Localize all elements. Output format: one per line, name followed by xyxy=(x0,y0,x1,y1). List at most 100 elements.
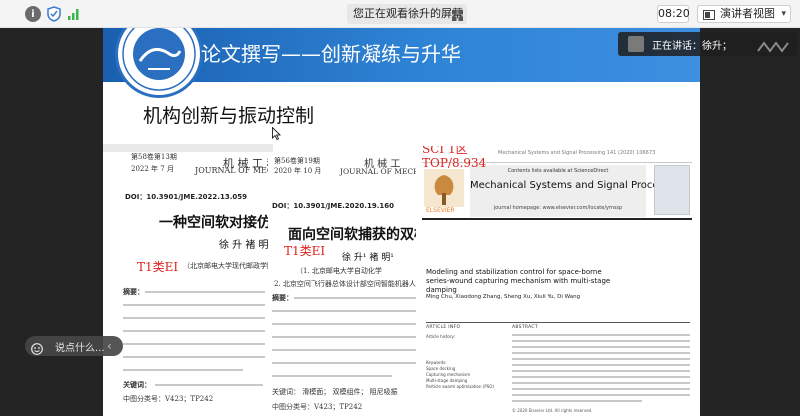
paper-1-doi: DOI：10.3901/JME.2022.13.059 xyxy=(125,193,247,201)
shield-icon[interactable] xyxy=(46,6,62,22)
paper-1-text-line xyxy=(155,384,263,386)
paper-1-tag: T1类EI xyxy=(137,260,179,274)
paper-3-authors: Ming Chu, Xiaodong Zhang, Sheng Xu, Xiul… xyxy=(426,294,581,300)
paper-2-title: 面向空间软捕获的双模 xyxy=(288,227,421,243)
paper-1-text-line xyxy=(123,356,265,358)
paper-3-text-line xyxy=(512,388,690,390)
paper-1-text-line xyxy=(145,291,265,293)
chat-placeholder: 说点什么... xyxy=(55,343,105,354)
publisher-name: ELSEVIER xyxy=(426,207,455,214)
paper-3-header: ELSEVIER Contents lists available at Sci… xyxy=(422,162,692,220)
screen-share-title[interactable]: 您正在观看徐升的屏幕 xyxy=(347,4,467,24)
slide-title: 论文撰写——创新凝练与升华 xyxy=(201,42,461,66)
paper-2-affiliation: （1. 北京邮电大学自动化学 xyxy=(296,267,382,275)
paper-2-affiliation-2: 2. 北京空间飞行器总体设计部空间智能机器人系统 xyxy=(274,280,421,288)
paper-1-text-line xyxy=(123,317,265,319)
now-speaking-label: 正在讲话：徐升； xyxy=(652,41,732,52)
shared-slide: 论文撰写——创新凝练与升华 机构创新与振动控制 第58卷第13期 2022 年 … xyxy=(103,28,700,416)
paper-1-date: 2022 年 7 月 xyxy=(131,165,174,173)
paper-3-text-line xyxy=(512,382,690,384)
paper-2-text-line xyxy=(294,297,418,299)
article-info-label: ARTICLE INFO xyxy=(426,325,461,330)
speaker-view-button[interactable]: 演讲者视图 ▾ xyxy=(697,5,791,23)
abstract-label: ABSTRACT xyxy=(512,325,538,330)
info-icon[interactable]: i xyxy=(25,6,41,22)
paper-3-contents-line: Contents lists available at ScienceDirec… xyxy=(507,168,609,174)
paper-1-authors: 徐 升 褚 明 xyxy=(219,240,269,251)
paper-2-keywords: 关键词： 滑模面； 双模组件； 阻尼吸振 xyxy=(272,388,398,396)
paper-1-top-strip xyxy=(103,144,273,152)
paper-1-abstract-label: 摘要： xyxy=(123,287,144,296)
keyword-item: Space docking xyxy=(426,366,456,371)
paper-3-journal-line: Mechanical Systems and Signal Processing… xyxy=(498,150,656,156)
paper-3-text-line xyxy=(512,400,642,402)
paper-1-text-line xyxy=(123,304,265,306)
paper-2-classification: 中图分类号：V423；TP242 xyxy=(272,403,363,411)
section-heading: 机构创新与振动控制 xyxy=(143,105,315,127)
paper-3-text-line xyxy=(512,364,690,366)
sound-wave-icon xyxy=(756,38,790,57)
top-impact-tag: TOP/8.934 xyxy=(422,156,487,170)
paper-3-journal-box: Contents lists available at ScienceDirec… xyxy=(470,165,685,217)
keywords-label: Keywords: xyxy=(426,360,447,365)
mouse-cursor-icon xyxy=(272,125,281,144)
signal-strength-icon[interactable] xyxy=(66,6,82,22)
chevron-left-icon[interactable]: ‹ xyxy=(107,338,121,354)
meeting-clock: 08:20 xyxy=(657,5,690,23)
paper-3-text-line xyxy=(512,358,690,360)
speaker-view-label: 演讲者视图 xyxy=(720,7,775,20)
chevron-down-icon: ▾ xyxy=(781,9,786,19)
paper-1-affiliation: （北京邮电大学现代邮政学院(自 xyxy=(183,262,273,270)
paper-1-thumbnail: 第58卷第13期 2022 年 7 月 机 械 工 程 JOURNAL OF M… xyxy=(103,144,273,416)
paper-2-text-line xyxy=(272,349,418,351)
paper-3-text-line xyxy=(512,394,690,396)
paper-2-text-line xyxy=(272,362,418,364)
paper-1-text-line xyxy=(123,330,265,332)
keyword-item: Capturing mechanism xyxy=(426,372,471,377)
paper-3-title: Modeling and stabilization control for s… xyxy=(426,268,611,294)
avatar xyxy=(628,36,644,52)
paper-1-issue: 第58卷第13期 xyxy=(131,153,177,161)
paper-2-tag: T1类EI xyxy=(284,244,326,258)
journal-cover-thumbnail xyxy=(654,165,690,215)
paper-3-text-line xyxy=(512,370,690,372)
layout-icon xyxy=(703,9,715,25)
paper-1-journal-en: JOURNAL OF MECHANICAL xyxy=(195,166,273,175)
paper-3-text-line xyxy=(512,376,690,378)
keyword-item: Particle swarm optimization (PSO) xyxy=(426,384,494,389)
paper-2-text-line xyxy=(272,336,418,338)
paper-2-issue: 第56卷第19期 xyxy=(274,157,320,165)
paper-3-thumbnail: Mechanical Systems and Signal Processing… xyxy=(416,146,700,416)
paper-2-text-line xyxy=(272,375,392,377)
paper-1-classification: 中图分类号：V423；TP242 xyxy=(123,395,214,403)
emoji-icon[interactable] xyxy=(31,340,43,359)
divider xyxy=(426,322,690,323)
article-history-label: Article history: xyxy=(426,334,455,339)
paper-3-text-line xyxy=(512,346,690,348)
paper-3-text-line xyxy=(512,334,690,336)
paper-1-text-line xyxy=(123,369,243,371)
keyword-item: Multi-stage damping xyxy=(426,378,468,383)
paper-2-journal-en: JOURNAL OF MECHANI xyxy=(340,167,421,176)
paper-3-text-line xyxy=(512,352,690,354)
screen-share-title-text: 您正在观看徐升的屏幕 xyxy=(353,7,463,20)
paper-2-text-line xyxy=(272,323,418,325)
now-speaking-banner: 正在讲话：徐升； xyxy=(618,32,798,56)
paper-3-copyright: © 2020 Elsevier Ltd. All rights reserved… xyxy=(512,408,593,413)
paper-1-keywords-label: 关键词： xyxy=(123,380,151,389)
paper-2-authors: 徐 升¹ 褚 明¹ xyxy=(342,253,394,263)
paper-2-thumbnail: 第56卷第19期 2020 年 10 月 机 械 工 JOURNAL OF ME… xyxy=(268,154,421,416)
paper-2-abstract-label: 摘要： xyxy=(272,293,293,302)
paper-2-date: 2020 年 10 月 xyxy=(274,167,322,175)
grid-icon[interactable] xyxy=(452,8,463,28)
university-logo xyxy=(115,28,203,98)
paper-1-title: 一种空间软对接仿生 xyxy=(159,215,273,231)
slide-banner: 论文撰写——创新凝练与升华 xyxy=(103,28,700,98)
paper-3-text-line xyxy=(512,340,690,342)
elsevier-tree-logo xyxy=(424,169,464,207)
paper-3-homepage: journal homepage: www.elsevier.com/locat… xyxy=(493,205,623,211)
paper-2-text-line xyxy=(272,310,418,312)
paper-2-doi: DOI：10.3901/JME.2020.19.160 xyxy=(272,202,394,210)
left-letterbox xyxy=(0,28,103,416)
paper-3-journal-name: Mechanical Systems and Signal Processing xyxy=(470,180,685,191)
